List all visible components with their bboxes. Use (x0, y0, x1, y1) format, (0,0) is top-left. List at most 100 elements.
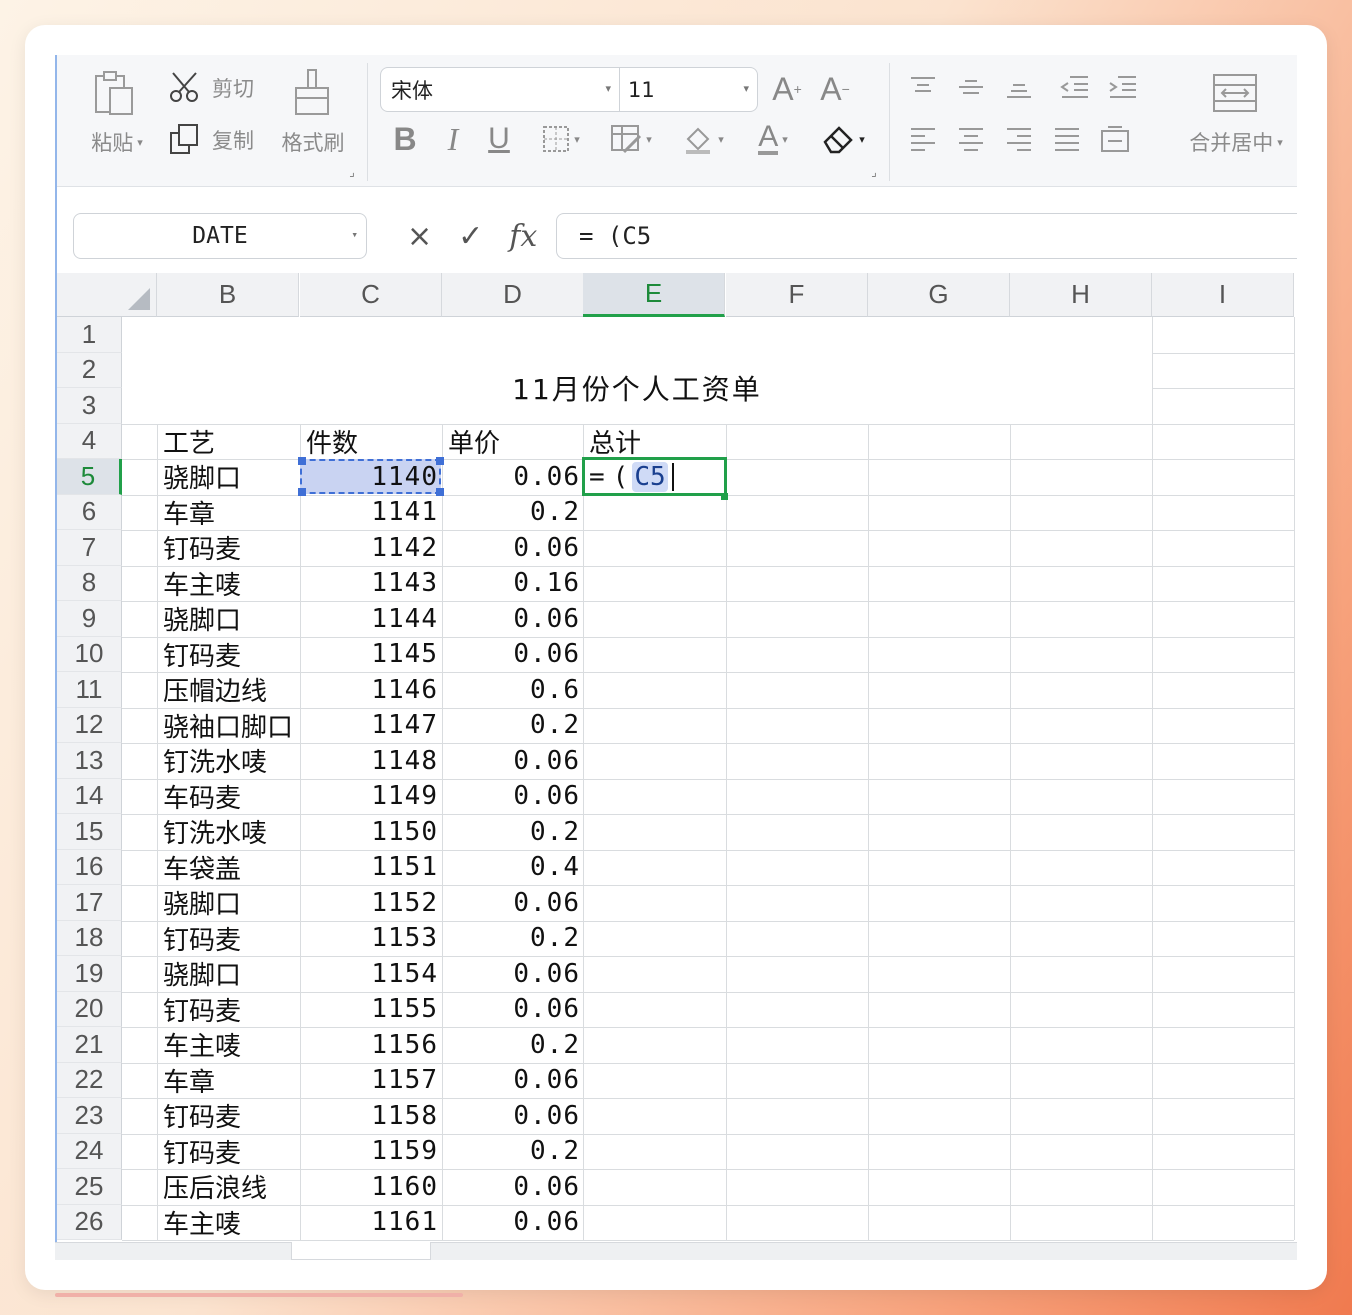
quantity-cell[interactable]: 1160 (300, 1169, 442, 1204)
process-cell[interactable]: 钉洗水唛 (157, 743, 303, 778)
row-header-17[interactable]: 17 (57, 885, 122, 921)
unit-price-cell[interactable]: 0.06 (442, 743, 584, 778)
quantity-cell[interactable]: 1155 (300, 992, 442, 1027)
quantity-cell[interactable]: 1161 (300, 1205, 442, 1240)
border-icon[interactable]: ▾ (535, 121, 587, 157)
header-cell-b[interactable]: 工艺 (157, 424, 299, 459)
row-header-11[interactable]: 11 (57, 672, 122, 708)
unit-price-cell[interactable]: 0.06 (442, 601, 584, 636)
row-header-8[interactable]: 8 (57, 565, 122, 601)
quantity-cell[interactable]: 1149 (300, 779, 442, 814)
process-cell[interactable]: 车主唛 (157, 566, 303, 601)
process-cell[interactable]: 钉码麦 (157, 992, 303, 1027)
quantity-cell[interactable]: 1156 (300, 1027, 442, 1062)
process-cell[interactable]: 钉码麦 (157, 637, 303, 672)
row-header-5[interactable]: 5 (57, 459, 122, 495)
process-cell[interactable]: 钉码麦 (157, 1098, 303, 1133)
row-header-23[interactable]: 23 (57, 1098, 122, 1134)
row-header-10[interactable]: 10 (57, 636, 122, 672)
unit-price-cell[interactable]: 0.06 (442, 459, 584, 494)
process-cell[interactable]: 车章 (157, 495, 303, 530)
process-cell[interactable]: 骁脚口 (157, 956, 303, 991)
distributed-align-icon[interactable] (1097, 121, 1133, 157)
unit-price-cell[interactable]: 0.06 (442, 779, 584, 814)
column-header-f[interactable]: F (726, 273, 868, 317)
process-cell[interactable]: 车主唛 (157, 1205, 303, 1240)
align-top-icon[interactable] (905, 69, 941, 105)
font-name-select[interactable]: 宋体 ▾ (380, 67, 620, 112)
unit-price-cell[interactable]: 0.06 (442, 1063, 584, 1098)
copy-button[interactable]: 复制 (207, 125, 259, 155)
align-bottom-icon[interactable] (1001, 69, 1037, 105)
row-header-26[interactable]: 26 (57, 1204, 122, 1240)
process-cell[interactable]: 压后浪线 (157, 1169, 303, 1204)
process-cell[interactable]: 骁脚口 (157, 885, 303, 920)
row-header-12[interactable]: 12 (57, 707, 122, 743)
paste-icon[interactable] (87, 67, 141, 119)
process-cell[interactable]: 车袋盖 (157, 850, 303, 885)
row-header-24[interactable]: 24 (57, 1133, 122, 1169)
quantity-cell[interactable]: 1147 (300, 708, 442, 743)
unit-price-cell[interactable]: 0.16 (442, 566, 584, 601)
unit-price-cell[interactable]: 0.2 (442, 814, 584, 849)
row-header-6[interactable]: 6 (57, 494, 122, 530)
bold-icon[interactable]: B (387, 117, 423, 161)
unit-price-cell[interactable]: 0.2 (442, 1027, 584, 1062)
copy-icon[interactable] (167, 121, 203, 157)
insert-function-icon[interactable]: fx (509, 219, 537, 254)
row-header-19[interactable]: 19 (57, 956, 122, 992)
header-cell-c[interactable]: 件数 (300, 424, 442, 459)
row-header-16[interactable]: 16 (57, 849, 122, 885)
quantity-cell[interactable]: 1152 (300, 885, 442, 920)
row-header-1[interactable]: 1 (57, 317, 122, 353)
unit-price-cell[interactable]: 0.06 (442, 1169, 584, 1204)
align-middle-icon[interactable] (953, 69, 989, 105)
quantity-cell[interactable]: 1140 (300, 459, 442, 494)
quantity-cell[interactable]: 1158 (300, 1098, 442, 1133)
sheet-tab[interactable] (291, 1242, 431, 1260)
column-header-g[interactable]: G (868, 273, 1010, 317)
font-size-select[interactable]: 11 ▾ (620, 67, 758, 112)
formula-input[interactable]: = (C5 (556, 213, 1297, 259)
row-header-22[interactable]: 22 (57, 1062, 122, 1098)
merge-center-button[interactable]: 合并居中 ▾ (1177, 127, 1295, 157)
align-center-icon[interactable] (953, 121, 989, 157)
row-header-14[interactable]: 14 (57, 778, 122, 814)
increase-font-icon[interactable]: A + (769, 67, 805, 111)
paste-button[interactable]: 粘贴 ▾ (81, 127, 153, 157)
align-right-icon[interactable] (1001, 121, 1037, 157)
quantity-cell[interactable]: 1148 (300, 743, 442, 778)
header-cell-d[interactable]: 单价 (442, 424, 584, 459)
increase-indent-icon[interactable] (1105, 69, 1141, 105)
process-cell[interactable]: 骁袖口脚口 (157, 708, 303, 743)
process-cell[interactable]: 钉码麦 (157, 921, 303, 956)
quantity-cell[interactable]: 1157 (300, 1063, 442, 1098)
unit-price-cell[interactable]: 0.4 (442, 850, 584, 885)
row-header-2[interactable]: 2 (57, 352, 122, 388)
quantity-cell[interactable]: 1150 (300, 814, 442, 849)
header-cell-e[interactable]: 总计 (583, 424, 725, 459)
row-header-4[interactable]: 4 (57, 423, 122, 459)
process-cell[interactable]: 骁脚口 (157, 459, 303, 494)
unit-price-cell[interactable]: 0.2 (442, 921, 584, 956)
column-header-i[interactable]: I (1152, 273, 1294, 317)
column-header-h[interactable]: H (1010, 273, 1152, 317)
confirm-icon[interactable]: ✓ (458, 219, 483, 254)
process-cell[interactable]: 车章 (157, 1063, 303, 1098)
select-all-corner[interactable] (57, 273, 157, 317)
unit-price-cell[interactable]: 0.2 (442, 495, 584, 530)
quantity-cell[interactable]: 1142 (300, 530, 442, 565)
underline-icon[interactable]: U (481, 117, 517, 161)
row-header-13[interactable]: 13 (57, 743, 122, 779)
name-box[interactable]: DATE ▾ (73, 213, 367, 259)
quantity-cell[interactable]: 1146 (300, 672, 442, 707)
fill-handle[interactable] (721, 493, 728, 500)
active-cell-editor[interactable]: =(C5 (582, 457, 727, 496)
justify-icon[interactable] (1049, 121, 1085, 157)
row-header-9[interactable]: 9 (57, 601, 122, 637)
quantity-cell[interactable]: 1154 (300, 956, 442, 991)
process-cell[interactable]: 钉洗水唛 (157, 814, 303, 849)
row-header-25[interactable]: 25 (57, 1169, 122, 1205)
quantity-cell[interactable]: 1145 (300, 637, 442, 672)
column-header-b[interactable]: B (157, 273, 299, 317)
